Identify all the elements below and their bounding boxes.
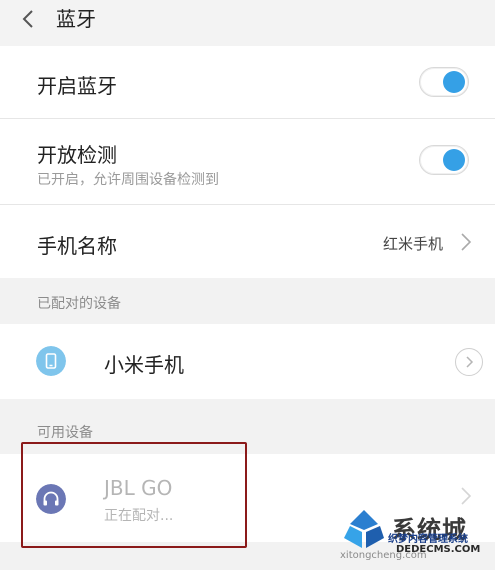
toggle-knob xyxy=(443,71,465,93)
bluetooth-toggle[interactable] xyxy=(419,67,469,97)
header: 蓝牙 xyxy=(0,0,495,46)
discoverable-subtitle: 已开启，允许周围设备检测到 xyxy=(37,172,219,188)
phone-name-row[interactable]: 手机名称 红米手机 xyxy=(0,205,495,278)
watermark: 系统城 织梦内容管理系统 DEDECMS.COM xitongcheng.com xyxy=(340,508,490,566)
available-section-label: 可用设备 xyxy=(37,425,93,441)
discoverable-toggle[interactable] xyxy=(419,145,469,175)
discoverable-row[interactable]: 开放检测 已开启，允许周围设备检测到 xyxy=(0,119,495,204)
paired-device-name: 小米手机 xyxy=(104,353,184,377)
watermark-url-secondary: xitongcheng.com xyxy=(340,550,427,561)
chevron-right-icon xyxy=(465,355,473,368)
paired-section-label: 已配对的设备 xyxy=(37,296,121,312)
watermark-subtitle: 织梦内容管理系统 xyxy=(388,534,468,545)
bluetooth-row[interactable]: 开启蓝牙 xyxy=(0,46,495,118)
phone-name-label: 手机名称 xyxy=(37,234,117,258)
phone-name-value: 红米手机 xyxy=(382,235,443,253)
paired-device-row[interactable]: 小米手机 xyxy=(0,324,495,399)
back-arrow-icon[interactable] xyxy=(18,8,40,30)
chevron-right-icon xyxy=(461,233,472,251)
bluetooth-label: 开启蓝牙 xyxy=(37,74,117,98)
toggle-knob xyxy=(443,149,465,171)
phone-icon xyxy=(36,346,66,376)
page-title: 蓝牙 xyxy=(56,7,96,31)
chevron-right-icon xyxy=(461,487,472,505)
device-details-button[interactable] xyxy=(455,348,483,376)
windows-logo-icon xyxy=(344,510,384,548)
annotation-highlight-box xyxy=(21,442,247,548)
discoverable-label: 开放检测 xyxy=(37,143,117,167)
